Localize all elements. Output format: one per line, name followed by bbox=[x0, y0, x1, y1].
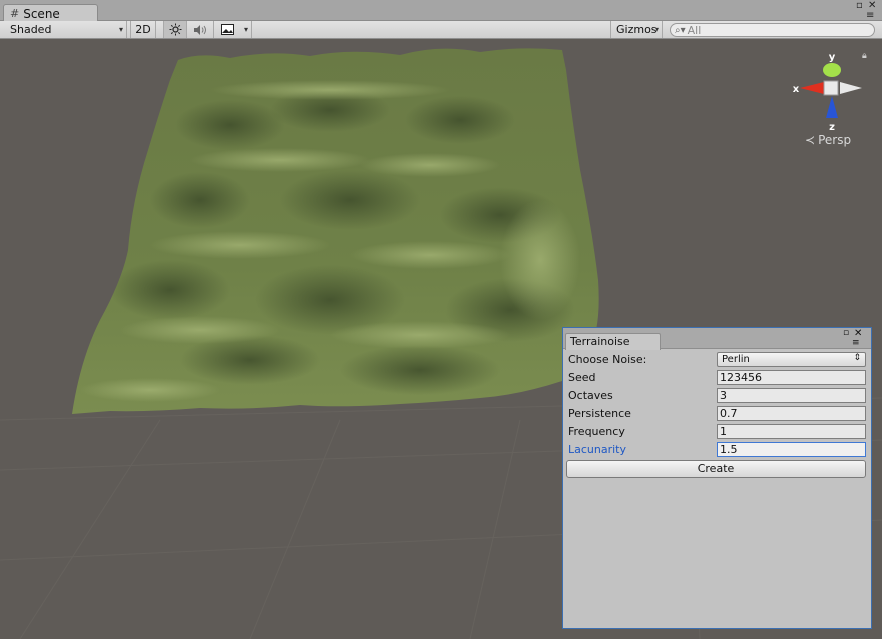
updown-arrows-icon: ⇕ bbox=[853, 353, 861, 363]
frequency-label: Frequency bbox=[568, 425, 625, 438]
gizmo-y-handle[interactable] bbox=[823, 63, 841, 77]
menu-icon[interactable]: ≡ bbox=[866, 11, 874, 21]
shading-mode-dropdown[interactable]: Shaded bbox=[0, 21, 127, 38]
octaves-label: Octaves bbox=[568, 389, 613, 402]
lacunarity-field[interactable]: 1.5 bbox=[717, 442, 866, 457]
terrainoise-title: Terrainoise bbox=[570, 335, 630, 348]
gizmo-y-label: y bbox=[829, 52, 836, 63]
perspective-icon: ≺ bbox=[805, 133, 816, 147]
scene-orientation-gizmo[interactable]: y x z bbox=[790, 48, 862, 138]
octaves-row: Octaves 3 bbox=[568, 388, 866, 404]
2d-toggle-button[interactable]: 2D bbox=[130, 21, 156, 38]
tab-scene[interactable]: # Scene bbox=[3, 4, 98, 22]
search-icon: ⌕▾ bbox=[675, 24, 686, 36]
persistence-row: Persistence 0.7 bbox=[568, 406, 866, 422]
tab-scene-label: Scene bbox=[23, 6, 60, 21]
gizmo-x-handle[interactable] bbox=[800, 82, 824, 94]
scene-audio-toggle[interactable] bbox=[188, 21, 214, 38]
gizmos-dropdown[interactable]: Gizmos bbox=[610, 21, 663, 38]
scene-lighting-toggle[interactable] bbox=[163, 21, 187, 38]
choose-noise-row: Choose Noise: Perlin ⇕ bbox=[568, 352, 866, 368]
frequency-field[interactable]: 1 bbox=[717, 424, 866, 439]
lacunarity-label: Lacunarity bbox=[568, 443, 627, 456]
gizmo-z-label: z bbox=[829, 122, 835, 133]
persistence-field[interactable]: 0.7 bbox=[717, 406, 866, 421]
gizmo-z-handle[interactable] bbox=[826, 96, 838, 118]
terrainoise-tab-strip: Terrainoise ▫ ✕ ≡ bbox=[563, 328, 871, 350]
search-placeholder: All bbox=[687, 23, 702, 37]
tab-strip: # Scene ▫ ✕ ≡ bbox=[0, 0, 882, 22]
tab-terrainoise[interactable]: Terrainoise bbox=[565, 333, 661, 350]
gizmos-label: Gizmos bbox=[616, 23, 657, 36]
create-button[interactable]: Create bbox=[566, 460, 866, 478]
search-input[interactable]: ⌕▾ All bbox=[670, 23, 875, 37]
scene-effects-dropdown[interactable] bbox=[216, 21, 252, 38]
seed-row: Seed 123456 bbox=[568, 370, 866, 386]
grid-icon: # bbox=[10, 7, 20, 20]
gizmo-neg-x-handle[interactable] bbox=[840, 82, 862, 94]
choose-noise-label: Choose Noise: bbox=[568, 353, 647, 366]
scene-toolbar: Shaded 2D Gizmos ⌕▾ All bbox=[0, 21, 882, 39]
gizmo-x-label: x bbox=[793, 84, 800, 95]
lock-icon[interactable]: 🔒︎ bbox=[862, 51, 867, 61]
2d-label: 2D bbox=[135, 23, 151, 36]
sun-icon bbox=[169, 23, 181, 36]
octaves-field[interactable]: 3 bbox=[717, 388, 866, 403]
choose-noise-dropdown[interactable]: Perlin ⇕ bbox=[717, 352, 866, 367]
lacunarity-row: Lacunarity 1.5 bbox=[568, 442, 866, 458]
menu-icon[interactable]: ≡ bbox=[852, 338, 860, 348]
shading-mode-label: Shaded bbox=[10, 23, 52, 36]
terrainoise-window: Terrainoise ▫ ✕ ≡ Choose Noise: Perlin ⇕… bbox=[562, 327, 872, 629]
maximize-icon[interactable]: ▫ bbox=[843, 328, 849, 338]
projection-label: Persp bbox=[818, 133, 852, 147]
projection-toggle[interactable]: ≺ Persp bbox=[805, 133, 851, 147]
choose-noise-value: Perlin bbox=[722, 354, 750, 365]
seed-field[interactable]: 123456 bbox=[717, 370, 866, 385]
persistence-label: Persistence bbox=[568, 407, 631, 420]
image-icon bbox=[221, 24, 234, 35]
seed-label: Seed bbox=[568, 371, 596, 384]
speaker-icon bbox=[194, 24, 206, 35]
maximize-icon[interactable]: ▫ bbox=[856, 1, 863, 11]
gizmo-center-cube[interactable] bbox=[823, 80, 839, 96]
frequency-row: Frequency 1 bbox=[568, 424, 866, 440]
